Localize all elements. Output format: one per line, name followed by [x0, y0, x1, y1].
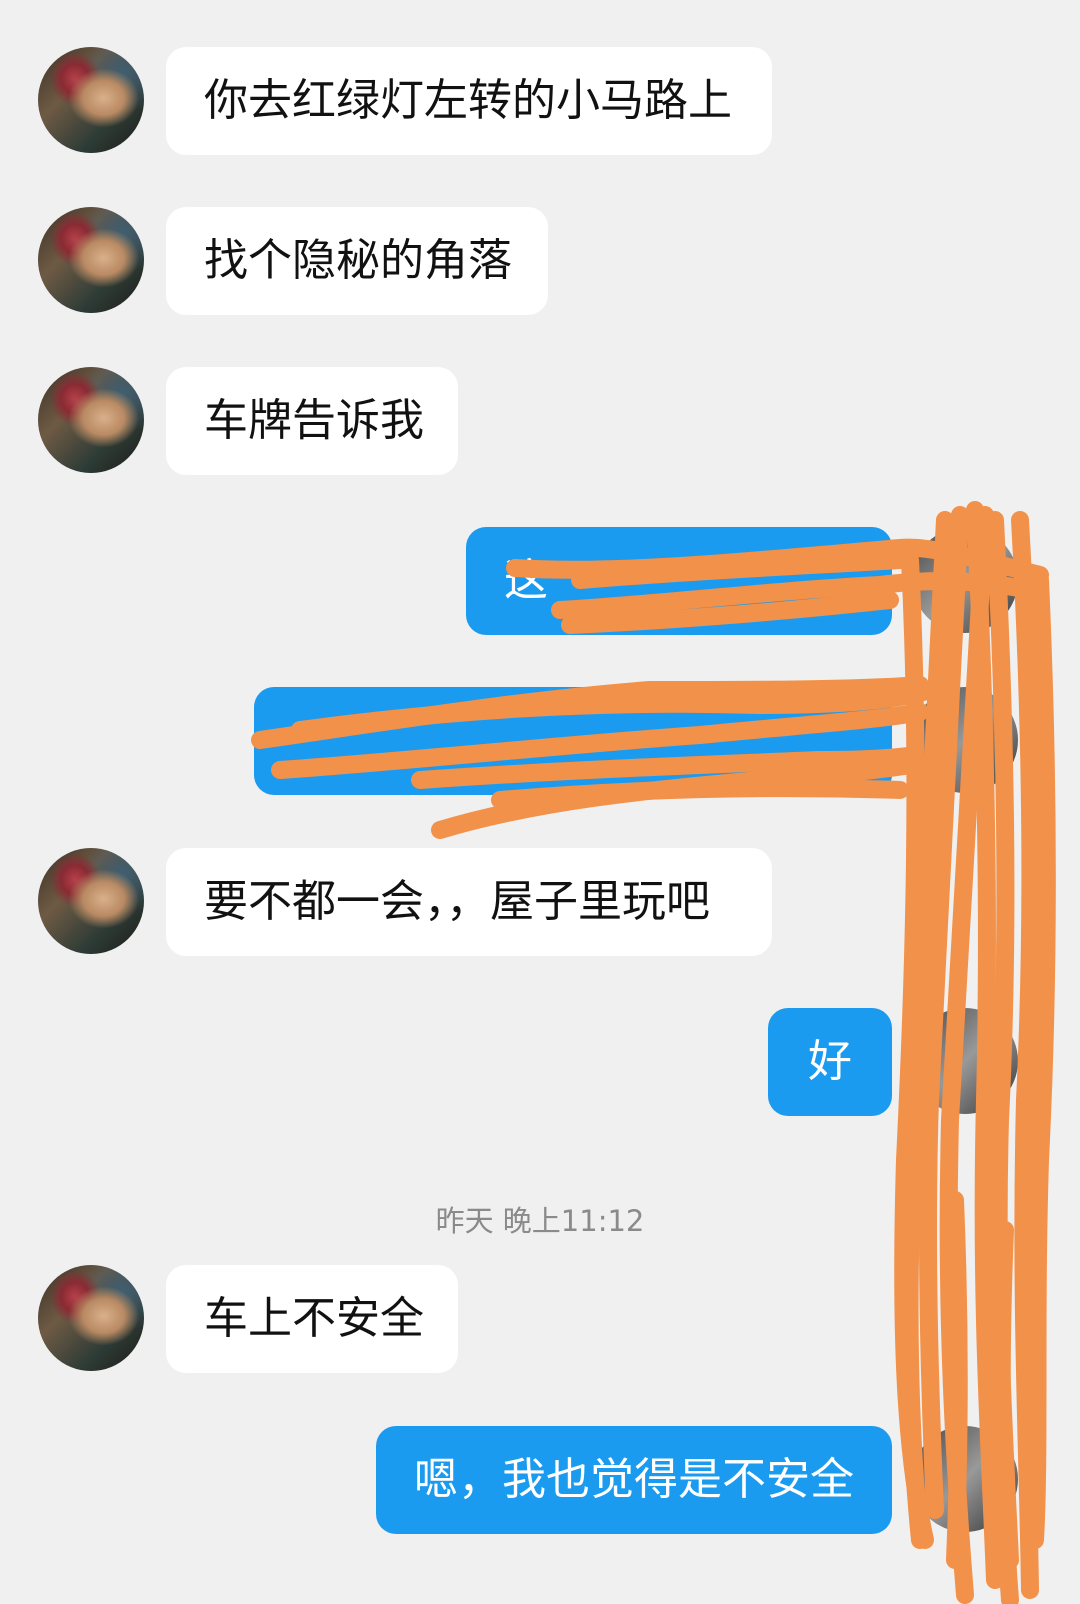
contact-avatar[interactable]	[38, 47, 144, 153]
own-avatar[interactable]	[912, 1426, 1018, 1532]
contact-avatar[interactable]	[38, 207, 144, 313]
message-bubble-incoming[interactable]: 车上不安全	[166, 1265, 458, 1373]
own-avatar[interactable]	[912, 1008, 1018, 1114]
message-bubble-incoming[interactable]: 找个隐秘的角落	[166, 207, 548, 315]
timestamp: 昨天 晚上11:12	[435, 1204, 645, 1238]
message-bubble-incoming[interactable]: 你去红绿灯左转的小马路上	[166, 47, 772, 155]
contact-avatar[interactable]	[38, 1265, 144, 1371]
message-bubble-incoming[interactable]: 要不都一会，，屋子里玩吧	[166, 848, 772, 956]
contact-avatar[interactable]	[38, 367, 144, 473]
message-bubble-outgoing[interactable]	[254, 687, 892, 795]
contact-avatar[interactable]	[38, 848, 144, 954]
message-bubble-incoming[interactable]: 车牌告诉我	[166, 367, 458, 475]
message-bubble-outgoing[interactable]: 嗯，我也觉得是不安全	[376, 1426, 892, 1534]
message-bubble-outgoing[interactable]: 这	[466, 527, 892, 635]
own-avatar[interactable]	[912, 527, 1018, 633]
message-bubble-outgoing[interactable]: 好	[768, 1008, 892, 1116]
own-avatar[interactable]	[912, 687, 1018, 793]
